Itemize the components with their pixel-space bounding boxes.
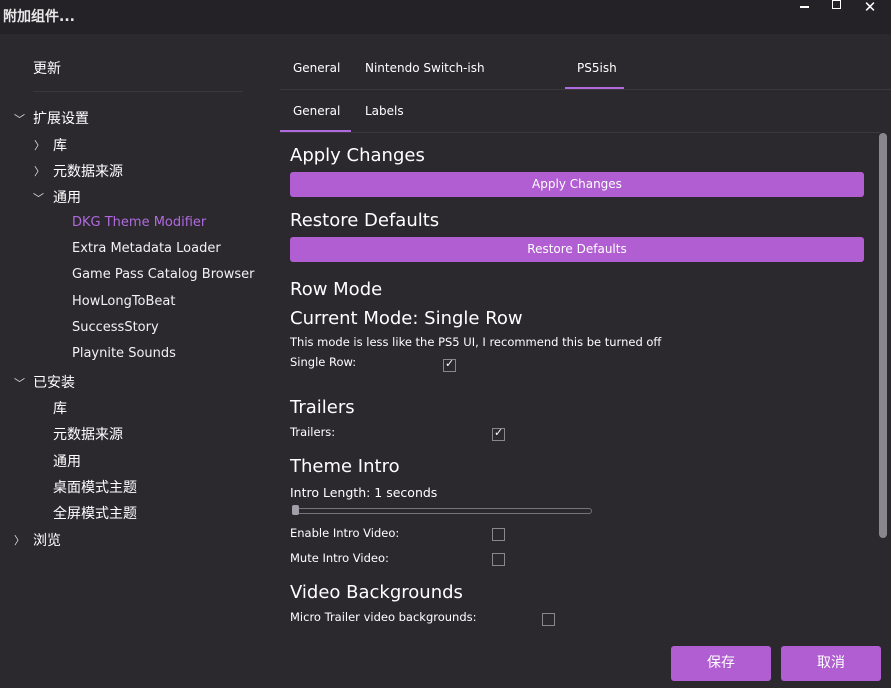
chevron-right-icon[interactable]: 〉 (14, 532, 25, 548)
intro-length-label: Intro Length: 1 seconds (290, 485, 438, 500)
title-bar: 附加组件... ✕ (0, 0, 891, 34)
sidebar-item-update[interactable]: 更新 (33, 58, 61, 78)
single-row-label: Single Row: (290, 355, 357, 369)
enable-intro-video-checkbox[interactable] (492, 528, 505, 541)
micro-trailer-checkbox[interactable] (542, 613, 555, 626)
enable-intro-video-label: Enable Intro Video: (290, 526, 400, 540)
single-row-checkbox[interactable]: ✓ (443, 357, 456, 372)
sidebar: 更新 ﹀ 扩展设置 〉 库 〉 元数据来源 ﹀ 通用 DKG Theme Mod… (0, 34, 276, 634)
chevron-down-icon[interactable]: ﹀ (14, 375, 25, 391)
maximize-button[interactable] (826, 0, 848, 14)
mute-intro-video-label: Mute Intro Video: (290, 551, 389, 565)
apply-changes-button[interactable]: Apply Changes (290, 172, 864, 197)
chevron-right-icon[interactable]: 〉 (34, 137, 45, 153)
sidebar-item-installed[interactable]: 已安装 (33, 372, 75, 392)
chevron-right-icon[interactable]: 〉 (34, 163, 45, 179)
close-button[interactable]: ✕ (859, 0, 881, 16)
active-subtab-indicator (280, 130, 351, 132)
sidebar-item-successstory[interactable]: SuccessStory (72, 320, 159, 335)
sidebar-item-fullscreen-themes[interactable]: 全屏模式主题 (53, 503, 137, 523)
sidebar-item-extension-settings[interactable]: 扩展设置 (33, 108, 89, 128)
sidebar-item-installed-metadata[interactable]: 元数据来源 (53, 424, 123, 444)
sidebar-item-library[interactable]: 库 (53, 135, 67, 155)
apply-changes-heading: Apply Changes (290, 145, 425, 166)
theme-intro-heading: Theme Intro (290, 456, 400, 477)
trailers-label: Trailers: (290, 425, 336, 439)
micro-trailer-label: Micro Trailer video backgrounds: (290, 610, 477, 624)
video-backgrounds-heading: Video Backgrounds (290, 582, 463, 603)
sidebar-item-game-pass-catalog-browser[interactable]: Game Pass Catalog Browser (72, 267, 254, 282)
tab-nintendo-switch-ish[interactable]: Nintendo Switch-ish (365, 61, 485, 75)
sidebar-item-browse[interactable]: 浏览 (33, 530, 61, 550)
active-tab-indicator (565, 87, 624, 89)
sidebar-item-dkg-theme-modifier[interactable]: DKG Theme Modifier (72, 215, 206, 230)
sidebar-divider (33, 91, 243, 92)
vertical-scrollbar[interactable] (879, 133, 887, 538)
sidebar-item-howlongtobeat[interactable]: HowLongToBeat (72, 294, 176, 309)
cancel-button[interactable]: 取消 (781, 646, 881, 681)
chevron-down-icon[interactable]: ﹀ (14, 111, 25, 127)
settings-panel: Apply Changes Apply Changes Restore Defa… (280, 133, 878, 633)
sidebar-item-installed-general[interactable]: 通用 (53, 451, 81, 471)
sidebar-item-playnite-sounds[interactable]: Playnite Sounds (72, 346, 176, 361)
mute-intro-video-checkbox[interactable] (492, 553, 505, 566)
window-title: 附加组件... (3, 9, 75, 25)
trailers-heading: Trailers (290, 397, 355, 418)
tab-ps5ish[interactable]: PS5ish (577, 61, 617, 75)
restore-defaults-button[interactable]: Restore Defaults (290, 237, 864, 262)
subtab-labels[interactable]: Labels (365, 104, 404, 118)
top-tab-bar: General Nintendo Switch-ish PS5ish (280, 34, 891, 90)
sidebar-item-general[interactable]: 通用 (53, 187, 81, 207)
maximize-icon (832, 0, 841, 9)
save-button[interactable]: 保存 (671, 646, 771, 681)
restore-defaults-heading: Restore Defaults (290, 210, 440, 231)
close-icon: ✕ (863, 0, 877, 16)
subtab-general[interactable]: General (293, 104, 340, 118)
minimize-button[interactable] (794, 0, 816, 14)
row-mode-heading: Row Mode (290, 279, 383, 300)
check-icon: ✓ (445, 357, 455, 370)
intro-length-slider[interactable] (292, 508, 592, 514)
sidebar-item-desktop-themes[interactable]: 桌面模式主题 (53, 477, 137, 497)
trailers-checkbox[interactable]: ✓ (492, 426, 505, 441)
minimize-icon (800, 6, 809, 8)
intro-length-slider-thumb[interactable] (292, 505, 299, 515)
chevron-down-icon[interactable]: ﹀ (33, 190, 44, 206)
sidebar-item-extra-metadata-loader[interactable]: Extra Metadata Loader (72, 241, 221, 256)
current-mode-label: Current Mode: Single Row (290, 308, 523, 329)
tab-general[interactable]: General (293, 61, 340, 75)
check-icon: ✓ (494, 426, 504, 439)
sidebar-item-installed-library[interactable]: 库 (53, 398, 67, 418)
row-mode-note: This mode is less like the PS5 UI, I rec… (290, 335, 662, 349)
sidebar-item-metadata-sources[interactable]: 元数据来源 (53, 161, 123, 181)
sub-tab-bar: General Labels (280, 90, 880, 133)
